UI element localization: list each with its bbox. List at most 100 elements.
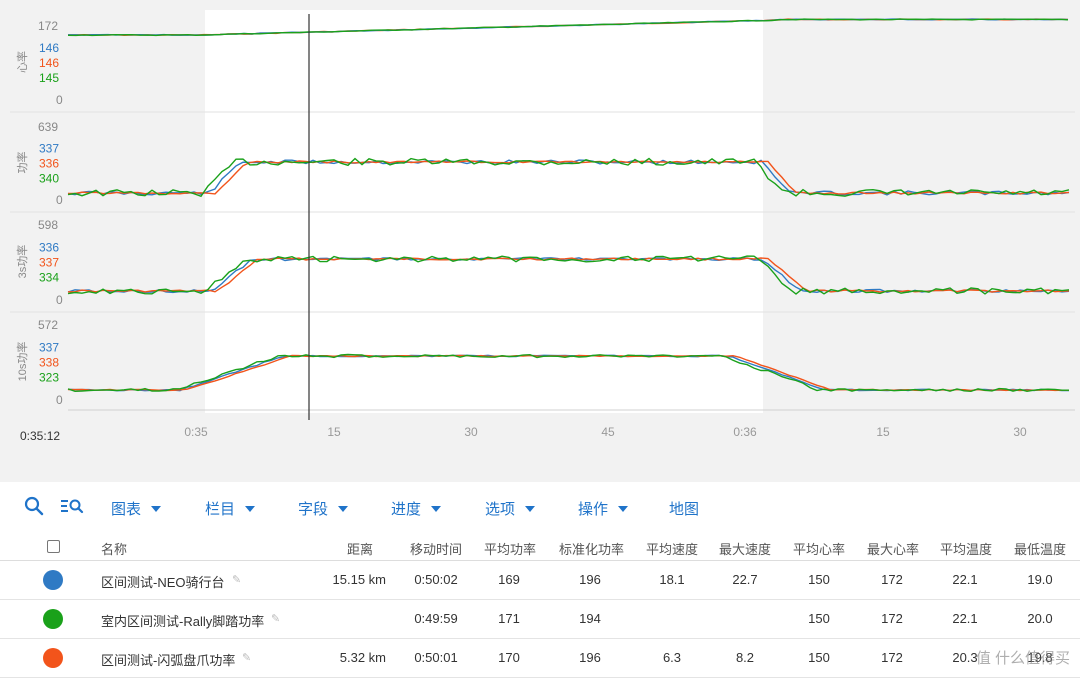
y-max-label: 572 [38,318,58,332]
cursor-time-label: 0:35:12 [20,429,60,443]
x-tick-label: 45 [601,425,615,439]
edit-pencil-icon[interactable]: ✎ [271,612,280,625]
table-row[interactable]: 区间测试-闪弧盘爪功率 ✎ 5.32 km 0:50:01 170 196 6.3 8.2 15… [0,639,1080,678]
cell-min-temp: 19.0 [1027,572,1053,587]
col-np[interactable]: 标准化功率 [559,539,624,558]
y-min-label: 0 [56,93,63,107]
cell-avg-temp: 22.1 [952,572,978,587]
cell-max-hr: 172 [881,572,903,587]
cell-np: 194 [579,611,601,626]
col-moving-time[interactable]: 移动时间 [410,539,462,558]
edit-pencil-icon[interactable]: ✎ [232,573,241,586]
panel-label: 3s功率 [15,245,29,279]
x-tick-label: 15 [327,425,341,439]
watermark: 值 什么值得买 [975,650,1070,667]
hover-value: 323 [39,371,59,385]
x-tick-label: 30 [464,425,478,439]
hover-value: 337 [39,142,59,156]
y-min-label: 0 [56,193,63,207]
cell-avg-speed: 18.1 [659,572,685,587]
cell-moving-time: 0:50:01 [414,650,458,665]
cell-distance: 5.32 km [339,650,386,665]
cell-min-temp: 20.0 [1027,611,1053,626]
cell-moving-time: 0:50:02 [414,572,458,587]
menu-label: 栏目 [205,501,236,518]
cell-max-hr: 172 [881,650,903,665]
y-max-label: 172 [38,19,58,33]
activity-name[interactable]: 室内区间测试-Rally脚踏功率 [101,611,264,630]
menu-label: 选项 [485,501,516,518]
cell-avg-hr: 150 [808,572,830,587]
menu-columns[interactable]: 栏目 [205,498,256,519]
chevron-down-icon [431,505,442,512]
cell-np: 196 [579,572,601,587]
menu-label: 进度 [391,501,422,518]
toolbar: 图表 栏目 字段 进度 选项 操作 地图 [0,482,1080,532]
col-avg-speed[interactable]: 平均速度 [646,539,698,558]
chevron-down-icon [525,505,536,512]
menu-label: 字段 [298,501,329,518]
series-color-dot [43,609,63,629]
hover-value: 340 [39,172,59,186]
col-distance[interactable]: 距离 [347,539,373,558]
table-row[interactable]: 室内区间测试-Rally脚踏功率 ✎ 0:49:59 171 194 150 172 22.1… [0,600,1080,639]
cell-avg-hr: 150 [808,611,830,626]
menu-fields[interactable]: 字段 [298,498,349,519]
menu-actions[interactable]: 操作 [578,498,629,519]
x-tick-label: 0:36 [733,425,757,439]
y-max-label: 639 [38,120,58,134]
menu-progress[interactable]: 进度 [391,498,442,519]
chevron-down-icon [245,505,256,512]
hover-value: 336 [39,157,59,171]
chart-svg[interactable]: 1720146146145心率6390337336340功率5980336337… [0,0,1080,480]
cell-avg-speed: 6.3 [662,650,682,665]
cell-moving-time: 0:49:59 [414,611,458,626]
col-max-speed[interactable]: 最大速度 [719,539,771,558]
activity-chart[interactable]: 172 0 146 146 145 心率 639 0 337 336 340 功率 598 0 336 337… [0,0,1080,480]
cell-avg-temp: 22.1 [952,611,978,626]
menu-label: 图表 [111,501,142,518]
x-tick-label: 30 [1013,425,1027,439]
y-min-label: 0 [56,293,63,307]
chevron-down-icon [618,505,629,512]
menu-options[interactable]: 选项 [485,498,536,519]
cell-max-speed: 8.2 [735,650,755,665]
hover-value: 146 [39,41,59,55]
x-tick-label: 15 [876,425,890,439]
table-row[interactable]: 区间测试-NEO骑行台 ✎ 15.15 km 0:50:02 169 196 18.1 22.… [0,561,1080,600]
col-avg-temp[interactable]: 平均温度 [940,539,992,558]
panel-label: 心率 [15,51,29,73]
col-max-hr[interactable]: 最大心率 [867,539,919,558]
search-icon[interactable] [24,496,44,516]
cell-max-hr: 172 [881,611,903,626]
hover-value: 338 [39,356,59,370]
y-max-label: 598 [38,218,58,232]
select-all-checkbox[interactable] [47,540,60,553]
edit-pencil-icon[interactable]: ✎ [242,651,251,664]
activity-name[interactable]: 区间测试-NEO骑行台 [101,572,225,591]
series-color-dot [43,570,63,590]
chevron-down-icon [338,505,349,512]
table-header: 名称 距离 移动时间 平均功率 标准化功率 平均速度 最大速度 平均心率 最大心… [0,532,1080,561]
list-search-icon[interactable] [60,497,84,515]
menu-chart[interactable]: 图表 [111,498,162,519]
y-min-label: 0 [56,393,63,407]
cell-avg-power: 170 [498,650,520,665]
activity-name[interactable]: 区间测试-闪弧盘爪功率 [101,650,235,669]
hover-value: 145 [39,71,59,85]
col-avg-hr[interactable]: 平均心率 [793,539,845,558]
col-avg-power[interactable]: 平均功率 [484,539,536,558]
panel-label: 10s功率 [15,342,29,382]
cell-max-speed: 22.7 [732,572,758,587]
cell-avg-power: 169 [498,572,520,587]
menu-label: 操作 [578,501,609,518]
activity-table: 名称 距离 移动时间 平均功率 标准化功率 平均速度 最大速度 平均心率 最大心… [0,532,1080,680]
cell-avg-hr: 150 [808,650,830,665]
col-name[interactable]: 名称 [101,539,127,558]
hover-value: 336 [39,241,59,255]
map-link[interactable]: 地图 [669,498,699,519]
chevron-down-icon [151,505,162,512]
col-min-temp[interactable]: 最低温度 [1014,539,1066,558]
cell-distance: 15.15 km [332,572,386,587]
map-label: 地图 [669,501,700,518]
